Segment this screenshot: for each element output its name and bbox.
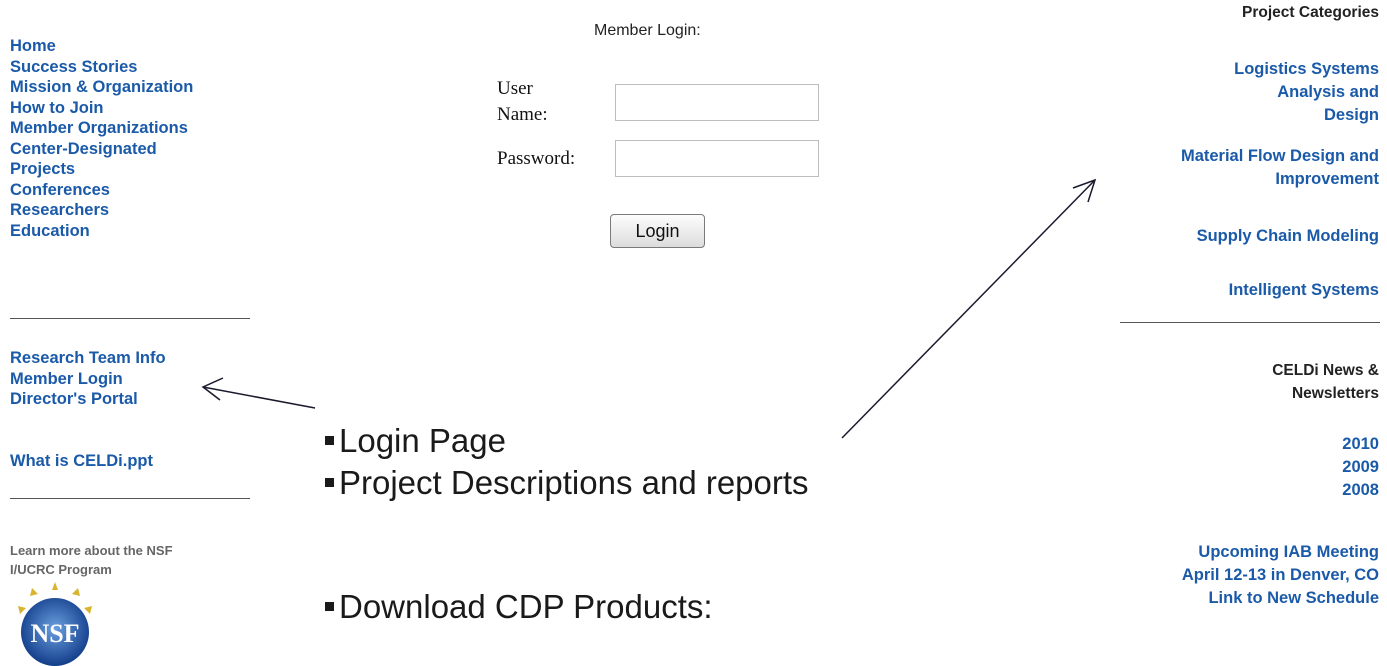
bullet-square-icon [325,477,334,487]
iab-meeting-title: Upcoming IAB Meeting [1198,543,1379,561]
nav-link-center-designated-projects[interactable]: Center-Designated Projects [10,139,210,180]
password-label: Password: [497,148,576,169]
arrow-head-right-icon [1072,178,1097,203]
nav-link-mission[interactable]: Mission & Organization [10,77,255,98]
member-login-heading: Member Login: [594,22,701,39]
newsletter-2010-link[interactable]: 2010 [1342,433,1379,456]
left-navigation: Home Success Stories Mission & Organizat… [10,36,255,241]
iab-meeting-dates: April 12-13 in Denver, CO [1181,566,1379,584]
right-divider [1120,322,1380,323]
left-divider-2 [10,498,250,499]
username-label: User Name: [497,78,548,125]
bullet-text: Download CDP Products: [339,588,713,625]
nav-link-home[interactable]: Home [10,36,255,57]
category-supply-chain-modeling[interactable]: Supply Chain Modeling [1197,225,1379,248]
learn-more-nsf-text[interactable]: Learn more about the NSF I/UCRC Program [10,541,190,579]
nav-link-research-team-info[interactable]: Research Team Info [10,348,166,369]
password-field[interactable] [615,140,819,177]
nav-link-researchers[interactable]: Researchers [10,200,255,221]
iab-meeting-block: Upcoming IAB Meeting April 12-13 in Denv… [1182,541,1379,610]
nav-link-directors-portal[interactable]: Director's Portal [10,389,166,410]
nav-link-how-to-join[interactable]: How to Join [10,98,255,119]
category-logistics-systems[interactable]: Logistics Systems Analysis and Design [1229,58,1379,127]
nav-link-member-organizations[interactable]: Member Organizations [10,118,255,139]
left-secondary-nav: Research Team Info Member Login Director… [10,348,166,410]
nav-link-conferences[interactable]: Conferences [10,180,255,201]
category-intelligent-systems[interactable]: Intelligent Systems [1229,279,1379,302]
bullet-square-icon [325,601,334,611]
bullet-project-descriptions: Project Descriptions and reports [325,463,809,503]
nav-link-education[interactable]: Education [10,221,255,242]
bullet-login-page: Login Page [325,421,506,461]
project-categories-heading: Project Categories [1242,4,1379,21]
newsletter-2009-link[interactable]: 2009 [1342,456,1379,479]
bullet-square-icon [325,435,334,445]
nsf-logo-text: NSF [30,619,79,648]
celdi-news-heading: CELDi News & Newsletters [1272,362,1379,402]
new-schedule-link[interactable]: Link to New Schedule [1182,587,1379,610]
arrow-head-left-icon [201,377,224,401]
nav-link-what-is-celdi-ppt[interactable]: What is CELDi.ppt [10,451,153,472]
bullet-text: Login Page [339,422,506,459]
arrow-to-project-categories [841,179,1096,439]
nav-link-success-stories[interactable]: Success Stories [10,57,255,78]
bullet-download-cdp: Download CDP Products: [325,587,713,627]
category-material-flow[interactable]: Material Flow Design and Improvement [1119,145,1379,191]
newsletter-2008-link[interactable]: 2008 [1342,479,1379,502]
bullet-text: Project Descriptions and reports [339,464,809,501]
arrow-to-member-login [202,386,316,409]
username-field[interactable] [615,84,819,121]
login-button[interactable]: Login [610,214,705,248]
left-divider-1 [10,318,250,319]
nsf-logo-icon[interactable]: NSF [12,580,98,666]
nav-link-member-login[interactable]: Member Login [10,369,166,390]
